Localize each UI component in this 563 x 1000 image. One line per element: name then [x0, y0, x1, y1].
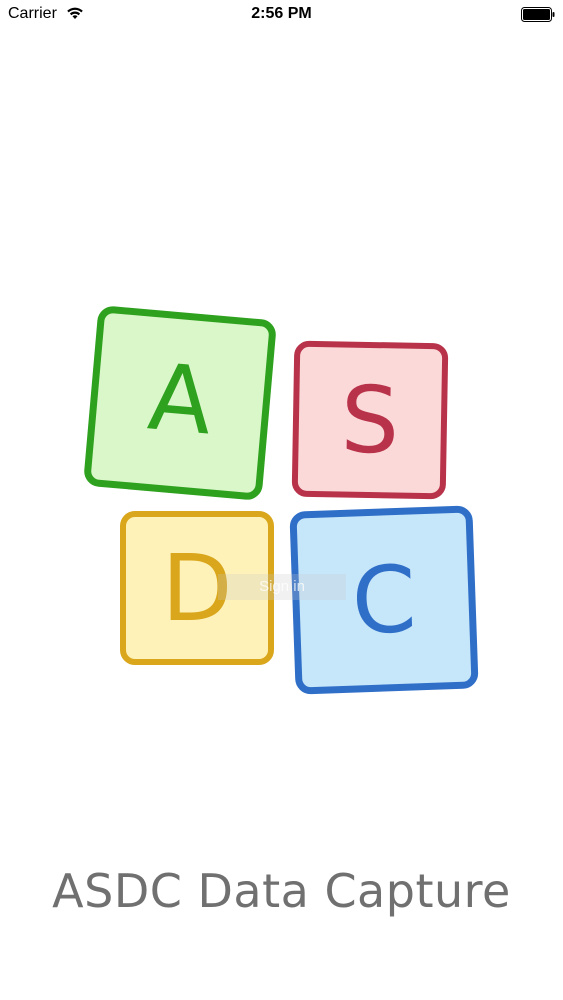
status-bar: Carrier 2:56 PM	[0, 0, 563, 30]
logo-block-s: S	[291, 340, 449, 500]
logo-letter-a: A	[144, 343, 216, 455]
logo-block-c: C	[289, 505, 479, 695]
logo-letter-c: C	[350, 546, 418, 655]
logo-letter-s: S	[340, 366, 400, 474]
status-time: 2:56 PM	[251, 5, 312, 22]
app-title: ASDC Data Capture	[52, 864, 511, 918]
sign-in-button[interactable]: Sign in	[218, 574, 346, 600]
logo-block-a: A	[84, 306, 276, 500]
app-logo: A S D C	[80, 300, 480, 700]
battery-icon	[521, 7, 555, 27]
